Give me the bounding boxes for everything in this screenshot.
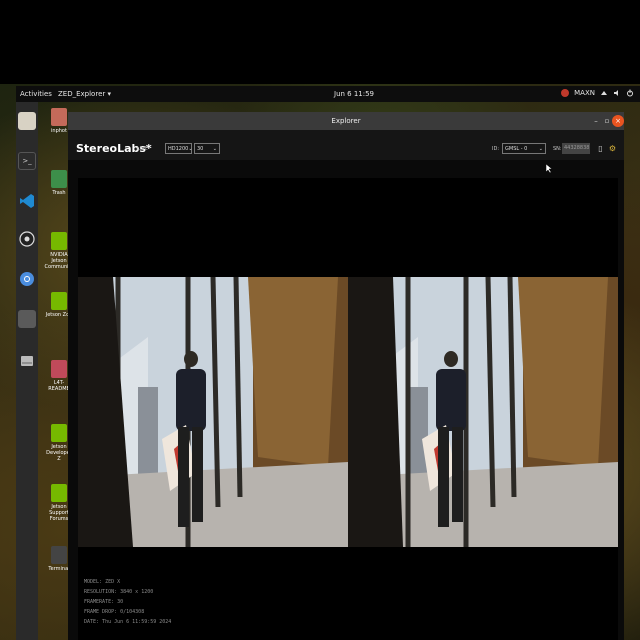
vscode-icon[interactable] xyxy=(18,192,36,210)
terminal-icon[interactable]: >_ xyxy=(18,152,36,170)
folder-icon xyxy=(51,108,67,126)
window-title: Explorer xyxy=(331,117,361,125)
dock: >_ xyxy=(16,102,38,640)
drive-icon[interactable] xyxy=(18,352,36,370)
sn-label: SN: xyxy=(553,146,562,152)
info-frame-drop: FRAME DROP: 0/104308 xyxy=(84,609,145,615)
app-menu[interactable]: ZED_Explorer ▾ xyxy=(58,90,111,98)
explorer-window: Explorer – ▫ × StereoLabs* LIVE HD1200 ⌄ … xyxy=(68,112,624,640)
nvidia-icon xyxy=(51,292,67,310)
chromium-icon[interactable] xyxy=(18,270,36,288)
chevron-down-icon: ⌄ xyxy=(538,145,543,152)
camera-info-panel: MODEL: ZED X RESOLUTION: 3840 x 1200 FRA… xyxy=(84,577,171,627)
info-resolution: RESOLUTION: 3840 x 1200 xyxy=(84,589,154,595)
files-icon[interactable] xyxy=(18,112,36,130)
right-camera-view xyxy=(348,277,618,547)
terminal-icon xyxy=(51,546,67,564)
info-date: DATE: Thu Jun 6 11:59:59 2024 xyxy=(84,619,172,625)
system-tray[interactable]: MAXN xyxy=(561,89,634,97)
camera-id-select[interactable]: GMSL - 0 ⌄ xyxy=(502,143,546,154)
app-icon[interactable] xyxy=(18,310,36,328)
serial-number-field: 44328838 xyxy=(562,143,590,154)
right-camera-image xyxy=(348,277,618,547)
settings-gear-icon[interactable]: ⚙ xyxy=(608,143,617,154)
nvidia-icon xyxy=(51,232,67,250)
chevron-down-icon: ⌄ xyxy=(188,145,193,152)
activities-button[interactable]: Activities xyxy=(20,90,52,98)
nvidia-icon[interactable] xyxy=(561,89,570,97)
info-model: MODEL: ZED X xyxy=(84,579,121,585)
obs-icon[interactable] xyxy=(18,230,36,248)
record-icon[interactable]: ▯ xyxy=(596,143,605,154)
explorer-toolbar: StereoLabs* LIVE HD1200 ⌄ 30 ⌄ ID: GMSL - … xyxy=(68,130,624,160)
network-icon[interactable] xyxy=(600,89,608,97)
chevron-down-icon: ⌄ xyxy=(212,145,217,152)
folder-icon xyxy=(51,360,67,378)
top-bar: Activities ZED_Explorer ▾ Jun 6 11:59 MA… xyxy=(16,86,640,102)
resolution-select[interactable]: HD1200 ⌄ xyxy=(165,143,193,154)
mouse-cursor-icon xyxy=(545,158,553,174)
fps-select[interactable]: 30 ⌄ xyxy=(194,143,220,154)
nvidia-icon xyxy=(51,424,67,442)
id-label: ID: xyxy=(492,146,500,152)
power-icon[interactable] xyxy=(626,89,634,97)
left-camera-image xyxy=(78,277,348,547)
power-mode-label[interactable]: MAXN xyxy=(574,89,595,97)
info-framerate: FRAMERATE: 30 xyxy=(84,599,124,605)
close-button[interactable]: × xyxy=(612,115,624,127)
trash-icon xyxy=(51,170,67,188)
clock[interactable]: Jun 6 11:59 xyxy=(334,90,374,98)
camera-viewport: MODEL: ZED X RESOLUTION: 3840 x 1200 FRA… xyxy=(78,178,618,640)
window-titlebar[interactable]: Explorer – ▫ × xyxy=(68,112,624,130)
volume-icon[interactable] xyxy=(613,89,621,97)
nvidia-icon xyxy=(51,484,67,502)
left-camera-view xyxy=(78,277,348,547)
live-label: LIVE xyxy=(137,146,148,152)
